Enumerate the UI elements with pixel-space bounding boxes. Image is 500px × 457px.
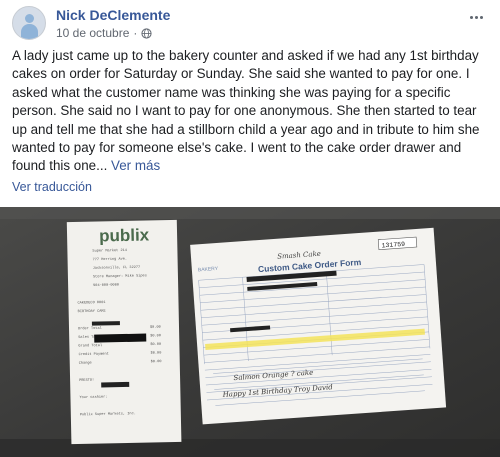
receipt-line: 777 Herring Ave. bbox=[93, 257, 128, 263]
facebook-post: Nick DeClemente 10 de octubre · A lady j… bbox=[0, 0, 500, 457]
receipt: publix Super Market 214 777 Herring Ave. J… bbox=[66, 219, 182, 445]
receipt-line: Super Market 214 bbox=[92, 248, 127, 254]
more-options-icon[interactable] bbox=[464, 8, 488, 26]
receipt-amount: $0.00 bbox=[150, 342, 161, 347]
cake-order-form: BAKERY Custom Cake Order Form Smash Cake… bbox=[190, 227, 447, 425]
post-header: Nick DeClemente 10 de octubre · bbox=[12, 6, 488, 42]
see-more-link[interactable]: Ver más bbox=[111, 158, 160, 173]
receipt-line: BIRTHDAY CAKE bbox=[78, 310, 106, 315]
receipt-line: PRESTO! bbox=[79, 379, 94, 383]
globe-icon bbox=[141, 27, 152, 39]
post-text: A lady just came up to the bakery counte… bbox=[12, 47, 492, 176]
meta-separator: · bbox=[133, 26, 138, 40]
receipt-redaction-3 bbox=[101, 381, 130, 388]
post-photo[interactable]: publix Super Market 214 777 Herring Ave. J… bbox=[0, 207, 500, 457]
receipt-line: Grand Total bbox=[78, 343, 102, 348]
post-meta: 10 de octubre · bbox=[56, 26, 152, 40]
post-date[interactable]: 10 de octubre bbox=[56, 26, 129, 40]
receipt-line: CAKEDECO 0001 bbox=[77, 301, 105, 306]
photo-illustration: publix Super Market 214 777 Herring Ave. J… bbox=[0, 207, 500, 457]
receipt-amount: $0.00 bbox=[151, 359, 162, 364]
author-name[interactable]: Nick DeClemente bbox=[56, 7, 170, 23]
receipt-line: 904-000-0000 bbox=[93, 283, 119, 288]
receipt-line: Your cashier: bbox=[79, 395, 107, 401]
receipt-line: Credit Payment bbox=[79, 352, 109, 358]
post-text-main: A lady just came up to the bakery counte… bbox=[12, 48, 480, 174]
receipt-amount: $0.00 bbox=[151, 350, 162, 355]
see-translation-link[interactable]: Ver traducción bbox=[12, 180, 92, 194]
receipt-amount: $0.00 bbox=[150, 333, 161, 338]
avatar-icon[interactable] bbox=[12, 6, 46, 40]
receipt-brand: publix bbox=[99, 225, 150, 245]
receipt-redaction-1 bbox=[91, 321, 120, 326]
receipt-line: Change bbox=[79, 360, 92, 365]
receipt-line: Order Total bbox=[78, 326, 102, 331]
receipt-amount: $0.00 bbox=[150, 325, 161, 330]
receipt-line: Jacksonville, FL 32277 bbox=[93, 265, 141, 271]
receipt-redaction-2 bbox=[94, 333, 147, 343]
